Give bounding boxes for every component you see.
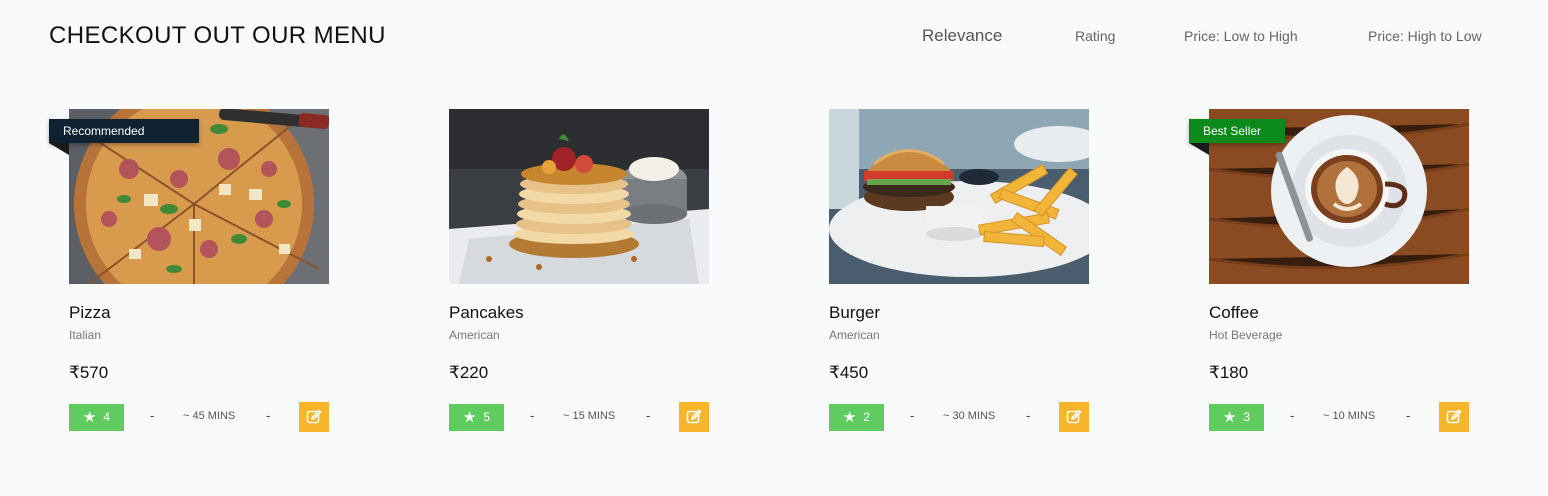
dish-price: ₹220 [449, 363, 489, 382]
edit-icon [1066, 409, 1082, 424]
dish-name: Burger [829, 303, 881, 322]
menu-card-pizza[interactable]: Recommended Pizza Italian ₹570 ★ 4 - ~ 4… [49, 109, 329, 439]
sort-relevance[interactable]: Relevance [922, 26, 1002, 46]
dish-cuisine: Hot Beverage [1209, 328, 1283, 342]
sort-bar: Relevance Rating Price: Low to High Pric… [0, 26, 1548, 52]
bestseller-badge: Best Seller [1189, 119, 1285, 143]
dish-meta: ★ 3 - ~ 10 MINS - [1209, 402, 1469, 432]
menu-card-burger[interactable]: Burger American ₹450 ★ 2 - ~ 30 MINS - [829, 109, 1089, 439]
edit-button[interactable] [299, 402, 329, 432]
rating-value: 3 [1243, 410, 1251, 424]
rating-value: 5 [483, 410, 491, 424]
dish-price: ₹450 [829, 363, 869, 382]
sort-price-low-high[interactable]: Price: Low to High [1184, 28, 1298, 44]
ribbon-fold [1189, 143, 1209, 155]
dish-meta: ★ 4 - ~ 45 MINS - [69, 402, 329, 432]
pancakes-image [449, 109, 709, 284]
dish-price: ₹180 [1209, 363, 1249, 382]
dish-meta: ★ 5 - ~ 15 MINS - [449, 402, 709, 432]
recommended-badge: Recommended [49, 119, 199, 143]
separator: - [150, 408, 155, 423]
menu-card-coffee[interactable]: Best Seller Coffee Hot Beverage ₹180 ★ 3… [1189, 109, 1469, 439]
delivery-time: ~ 30 MINS [943, 410, 996, 422]
star-icon: ★ [462, 409, 477, 426]
separator: - [530, 408, 535, 423]
edit-button[interactable] [1439, 402, 1469, 432]
dish-name: Coffee [1209, 303, 1259, 322]
delivery-time: ~ 15 MINS [563, 410, 616, 422]
edit-icon [306, 409, 322, 424]
separator: - [1290, 408, 1295, 423]
dish-price: ₹570 [69, 363, 109, 382]
dish-name: Pancakes [449, 303, 524, 322]
edit-button[interactable] [1059, 402, 1089, 432]
separator: - [1406, 408, 1411, 423]
delivery-time: ~ 10 MINS [1323, 410, 1376, 422]
delivery-time: ~ 45 MINS [183, 410, 236, 422]
separator: - [910, 408, 915, 423]
edit-button[interactable] [679, 402, 709, 432]
separator: - [1026, 408, 1031, 423]
star-icon: ★ [842, 409, 857, 426]
rating-value: 2 [863, 410, 871, 424]
dish-name: Pizza [69, 303, 111, 322]
sort-rating[interactable]: Rating [1075, 28, 1115, 44]
star-icon: ★ [82, 409, 97, 426]
rating-badge: ★ 3 [1209, 404, 1264, 431]
edit-icon [686, 409, 702, 424]
rating-badge: ★ 5 [449, 404, 504, 431]
separator: - [646, 408, 651, 423]
menu-page: CHECKOUT OUT OUR MENU Relevance Rating P… [0, 0, 1548, 496]
dish-cuisine: American [829, 328, 880, 342]
dish-cuisine: American [449, 328, 500, 342]
dish-meta: ★ 2 - ~ 30 MINS - [829, 402, 1089, 432]
rating-badge: ★ 2 [829, 404, 884, 431]
menu-card-pancakes[interactable]: Pancakes American ₹220 ★ 5 - ~ 15 MINS - [449, 109, 709, 439]
separator: - [266, 408, 271, 423]
edit-icon [1446, 409, 1462, 424]
dish-cuisine: Italian [69, 328, 102, 342]
rating-badge: ★ 4 [69, 404, 124, 431]
burger-image [829, 109, 1089, 284]
rating-value: 4 [103, 410, 111, 424]
star-icon: ★ [1222, 409, 1237, 426]
ribbon-fold [49, 143, 69, 155]
sort-price-high-low[interactable]: Price: High to Low [1368, 28, 1482, 44]
